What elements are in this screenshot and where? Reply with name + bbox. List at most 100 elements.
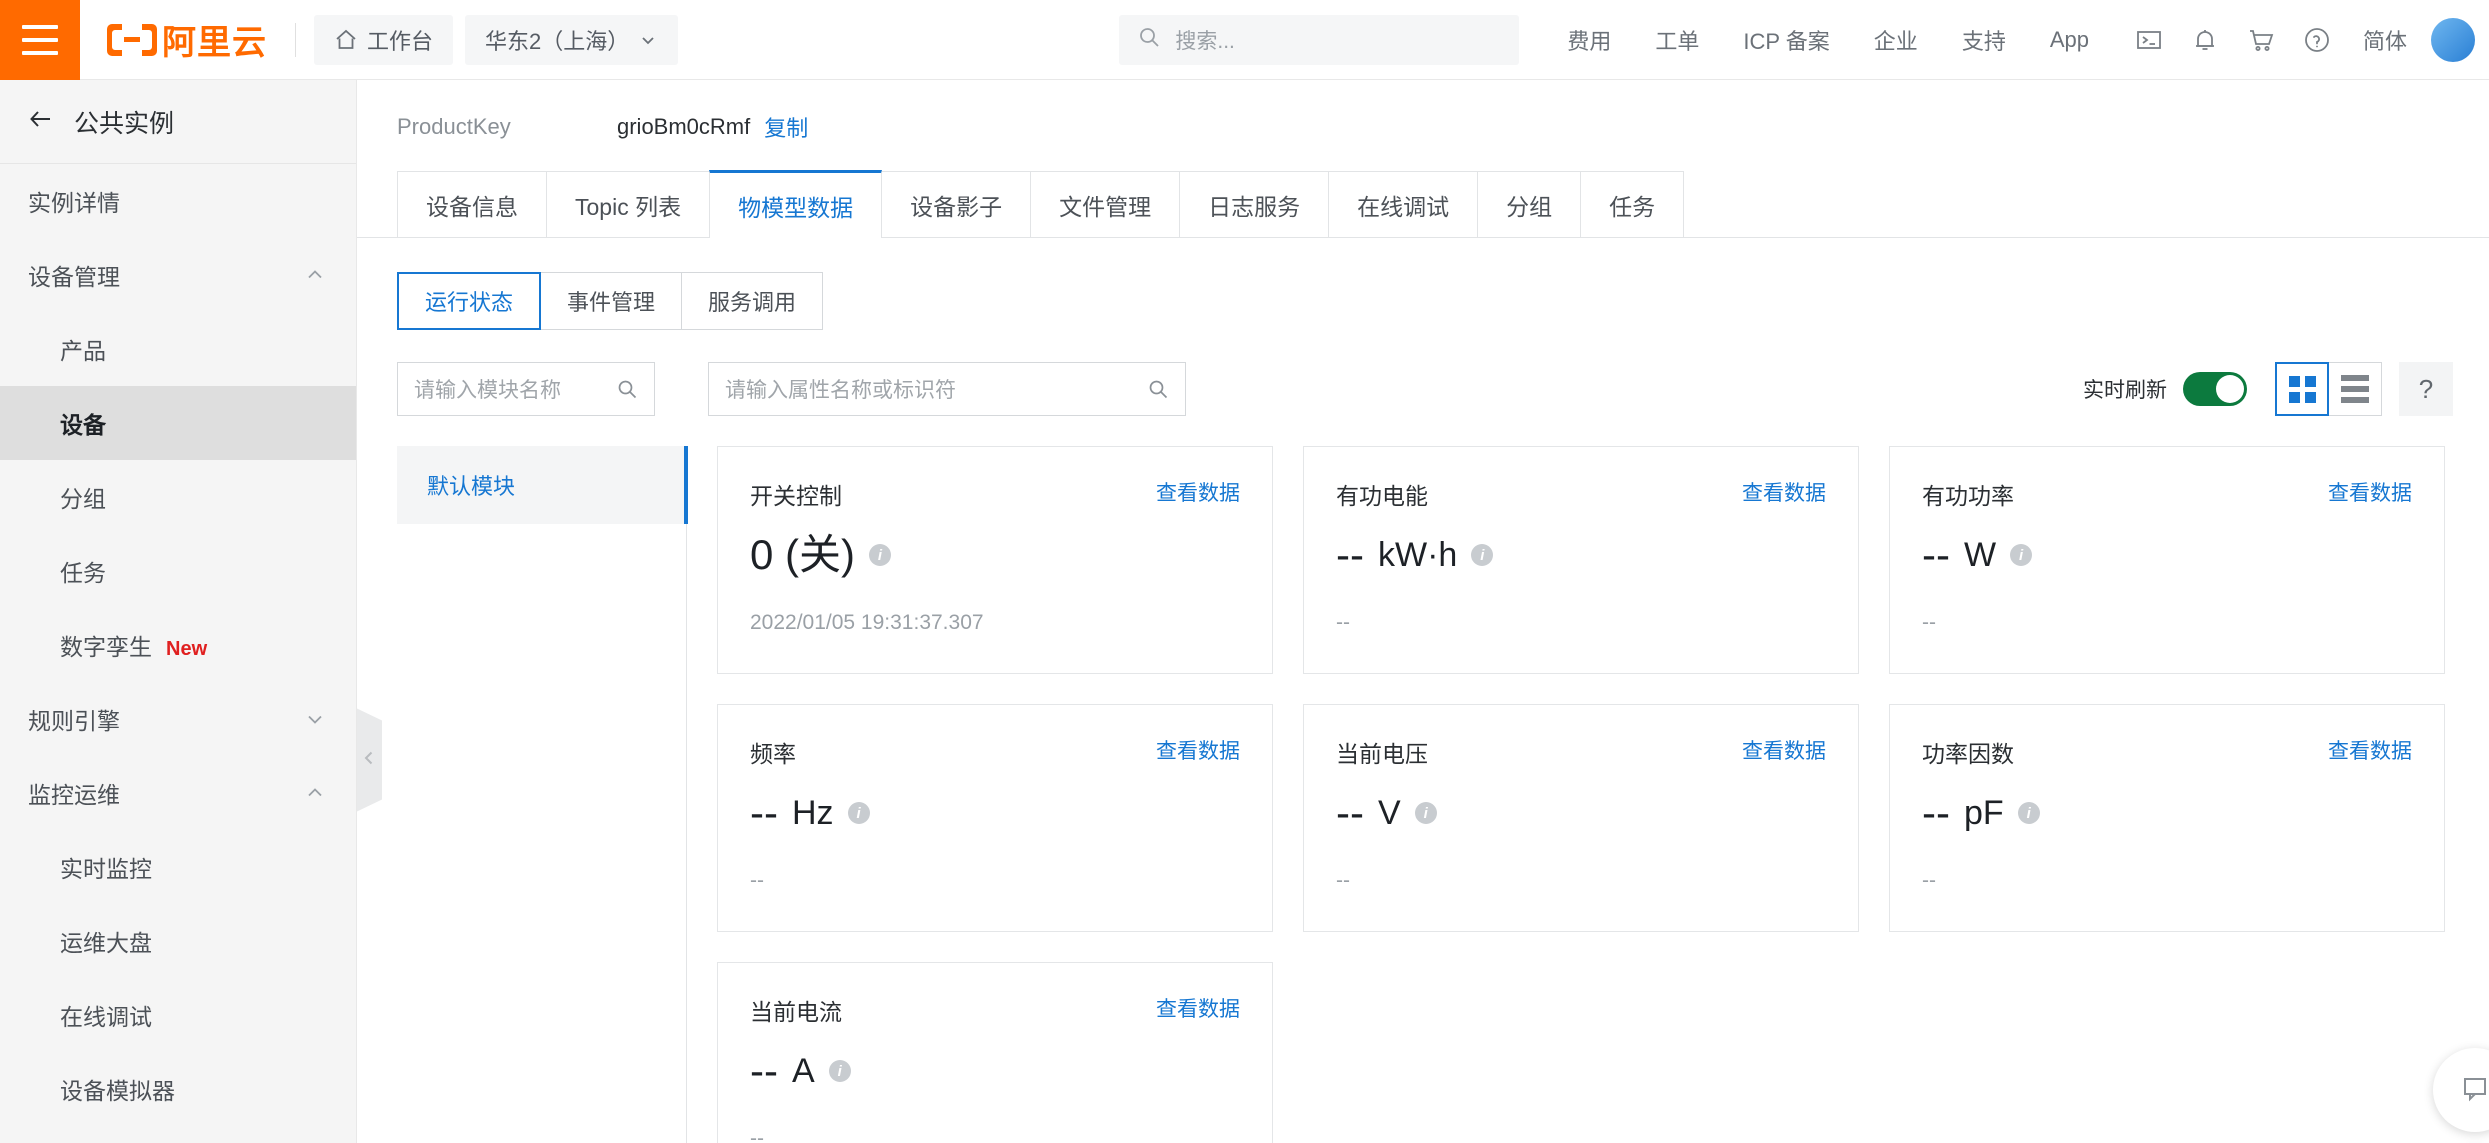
language-selector[interactable]: 简体 [2345, 24, 2425, 56]
view-toolbar: 实时刷新 ? [2083, 362, 2453, 416]
property-card-power-factor[interactable]: 功率因数 查看数据 -- pF i -- [1889, 704, 2445, 932]
card-header: 开关控制 查看数据 [750, 477, 1240, 511]
header-nav-links: 费用 工单 ICP 备案 企业 支持 App [1545, 24, 2111, 56]
info-icon[interactable]: i [2010, 544, 2033, 567]
tab-online-debug[interactable]: 在线调试 [1328, 171, 1479, 237]
sidebar-item-group[interactable]: 分组 [0, 460, 356, 534]
sidebar-item-device-management[interactable]: 设备管理 [0, 238, 356, 312]
card-header: 当前电压 查看数据 [1336, 735, 1826, 769]
view-data-link[interactable]: 查看数据 [1156, 735, 1240, 765]
sidebar-item-label: 设备 [60, 412, 106, 438]
workbench-button[interactable]: 工作台 [314, 14, 454, 65]
arrow-left-icon [28, 106, 54, 137]
view-data-link[interactable]: 查看数据 [1742, 477, 1826, 507]
sidebar-item-instance-detail[interactable]: 实例详情 [0, 164, 356, 238]
hamburger-bar [22, 50, 58, 55]
subtab-service-invoke[interactable]: 服务调用 [681, 272, 824, 330]
card-value: -- A i [750, 1047, 1240, 1095]
nav-link-enterprise[interactable]: 企业 [1852, 24, 1940, 56]
sidebar-item-realtime-monitor[interactable]: 实时监控 [0, 830, 356, 904]
tab-log-service[interactable]: 日志服务 [1179, 171, 1330, 237]
nav-link-icp[interactable]: ICP 备案 [1721, 24, 1851, 56]
info-icon[interactable]: i [847, 802, 870, 825]
help-circle-icon[interactable] [2289, 12, 2345, 68]
tab-label: 在线调试 [1357, 193, 1450, 220]
sidebar-item-task[interactable]: 任务 [0, 534, 356, 608]
view-data-link[interactable]: 查看数据 [1742, 735, 1826, 765]
property-card-active-energy[interactable]: 有功电能 查看数据 -- kW·h i -- [1303, 446, 1859, 674]
tab-label: 日志服务 [1208, 193, 1301, 220]
property-card-frequency[interactable]: 频率 查看数据 -- Hz i -- [717, 704, 1273, 932]
realtime-refresh-label: 实时刷新 [2083, 379, 2167, 402]
info-icon[interactable]: i [828, 1060, 851, 1083]
property-card-current[interactable]: 当前电流 查看数据 -- A i -- [717, 962, 1273, 1143]
workbench-label: 工作台 [367, 28, 434, 54]
region-label: 华东2（上海） [485, 28, 630, 54]
card-value-number: -- [1922, 531, 1950, 578]
sidebar-item-product[interactable]: 产品 [0, 312, 356, 386]
sidebar-item-monitor-ops[interactable]: 监控运维 [0, 756, 356, 830]
nav-link-tickets[interactable]: 工单 [1633, 24, 1721, 56]
chevron-down-icon [304, 708, 326, 730]
card-title: 有功功率 [1922, 483, 2014, 509]
module-item-default[interactable]: 默认模块 [397, 446, 688, 524]
help-button[interactable]: ? [2399, 362, 2453, 416]
cart-icon[interactable] [2233, 12, 2289, 68]
sidebar-item-device[interactable]: 设备 [0, 386, 356, 460]
avatar[interactable] [2431, 17, 2475, 62]
copy-product-key-button[interactable]: 复制 [764, 111, 808, 143]
property-card-switch-control[interactable]: 开关控制 查看数据 0 (关) i 2022/01/05 19:31:37.30… [717, 446, 1273, 674]
sidebar-item-online-debug[interactable]: 在线调试 [0, 978, 356, 1052]
view-data-link[interactable]: 查看数据 [2328, 477, 2412, 507]
module-search-input[interactable]: 请输入模块名称 [397, 362, 655, 416]
info-icon[interactable]: i [2017, 802, 2040, 825]
attribute-search-input[interactable]: 请输入属性名称或标识符 [708, 362, 1186, 416]
global-search-placeholder: 搜索... [1175, 29, 1235, 53]
status-badge: New [166, 638, 208, 660]
tab-file-management[interactable]: 文件管理 [1030, 171, 1181, 237]
card-header: 当前电流 查看数据 [750, 993, 1240, 1027]
terminal-icon[interactable] [2121, 12, 2177, 68]
nav-link-fees[interactable]: 费用 [1545, 24, 1633, 56]
info-icon[interactable]: i [869, 544, 892, 567]
sidebar-item-ops-dashboard[interactable]: 运维大盘 [0, 904, 356, 978]
card-timestamp: -- [750, 869, 764, 892]
subtab-running-status[interactable]: 运行状态 [397, 272, 542, 330]
chevron-down-icon [638, 30, 658, 50]
tab-device-info[interactable]: 设备信息 [397, 171, 547, 237]
grid-view-button[interactable] [2275, 362, 2329, 416]
view-data-link[interactable]: 查看数据 [1156, 993, 1240, 1023]
global-search-input[interactable]: 搜索... [1119, 14, 1520, 65]
view-data-link[interactable]: 查看数据 [1156, 477, 1240, 507]
sidebar-item-digital-twin[interactable]: 数字孪生 New [0, 608, 356, 682]
sidebar-item-rule-engine[interactable]: 规则引擎 [0, 682, 356, 756]
region-selector[interactable]: 华东2（上海） [465, 14, 679, 65]
tab-group[interactable]: 分组 [1477, 171, 1582, 237]
realtime-refresh-toggle[interactable] [2183, 372, 2247, 406]
nav-link-support[interactable]: 支持 [1940, 24, 2028, 56]
aliyun-logo[interactable]: 阿里云 [80, 15, 289, 64]
module-list: 默认模块 [397, 446, 688, 1143]
bell-icon[interactable] [2177, 12, 2233, 68]
card-value-number: -- [1336, 789, 1364, 836]
info-icon[interactable]: i [1471, 544, 1494, 567]
subtab-event-management[interactable]: 事件管理 [540, 272, 683, 330]
tab-task[interactable]: 任务 [1580, 171, 1685, 237]
property-card-voltage[interactable]: 当前电压 查看数据 -- V i -- [1303, 704, 1859, 932]
card-value-unit: W [1963, 535, 1997, 574]
sidebar-collapse-handle[interactable] [357, 708, 382, 812]
tab-device-shadow[interactable]: 设备影子 [881, 171, 1032, 237]
view-data-link[interactable]: 查看数据 [2328, 735, 2412, 765]
tab-topic-list[interactable]: Topic 列表 [546, 171, 711, 237]
nav-link-app[interactable]: App [2028, 27, 2111, 53]
menu-hamburger-button[interactable] [0, 0, 80, 80]
sidebar-item-label: 分组 [60, 486, 106, 512]
list-view-button[interactable] [2328, 362, 2382, 416]
sidebar-back-public-instance[interactable]: 公共实例 [0, 80, 356, 164]
info-icon[interactable]: i [1414, 802, 1437, 825]
tab-tsl-data[interactable]: 物模型数据 [709, 170, 883, 238]
sidebar-item-device-simulator[interactable]: 设备模拟器 [0, 1052, 356, 1126]
tab-label: 任务 [1609, 193, 1656, 220]
property-card-active-power[interactable]: 有功功率 查看数据 -- W i -- [1889, 446, 2445, 674]
card-timestamp: -- [750, 1127, 764, 1143]
